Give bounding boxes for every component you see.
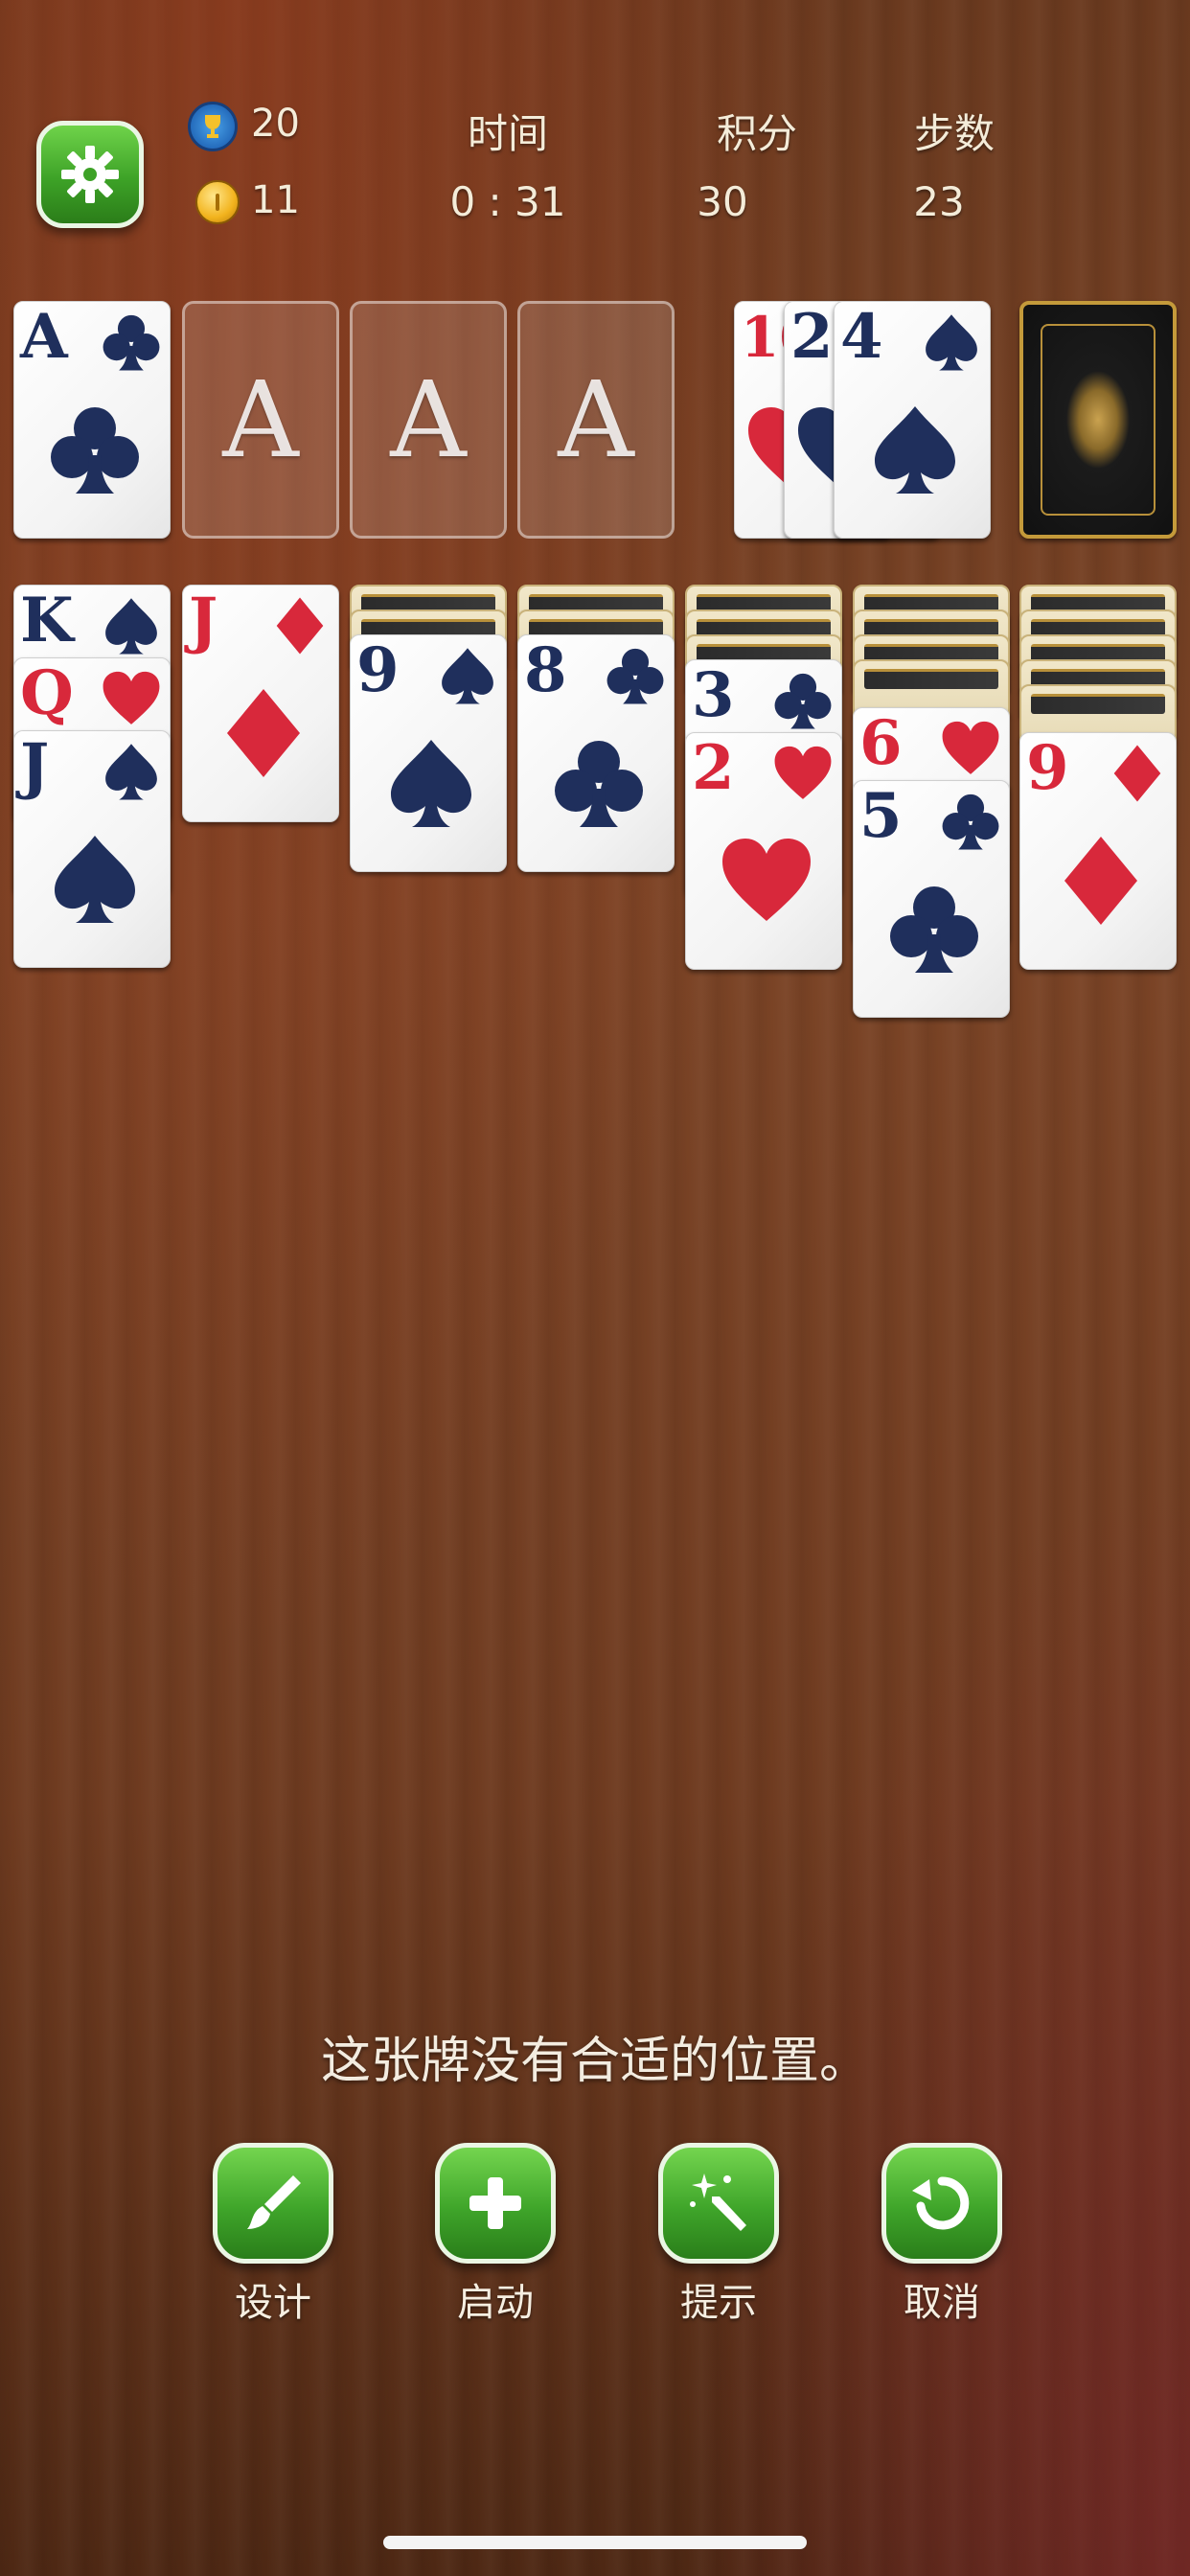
card-rank: Q (20, 657, 74, 729)
card-rank: 3 (692, 659, 735, 731)
clubs-icon (551, 735, 647, 831)
gear-icon (61, 146, 119, 203)
score-value: 30 (697, 178, 748, 225)
spades-icon (921, 311, 982, 373)
card-rank: A (20, 301, 68, 373)
tableau-card[interactable]: J (182, 585, 339, 822)
trophy-count: 20 (251, 102, 300, 146)
hearts-icon (772, 743, 834, 804)
card-rank: 8 (524, 634, 567, 706)
card-rank: 6 (859, 707, 903, 779)
card-rank: 4 (840, 301, 883, 373)
score-label: 积分 (716, 110, 797, 157)
spades-icon (867, 402, 963, 497)
hearts-icon (940, 718, 1001, 779)
settings-button[interactable] (36, 121, 144, 228)
card-rank: 2 (790, 301, 834, 373)
design-button[interactable] (213, 2143, 333, 2264)
card-rank: K (20, 585, 74, 656)
clubs-icon (47, 402, 143, 497)
paintbrush-icon (247, 2175, 301, 2229)
moves-label: 步数 (913, 110, 995, 157)
diamonds-icon (216, 685, 311, 781)
spades-icon (101, 595, 162, 656)
clubs-icon (605, 645, 666, 706)
tableau-card[interactable]: 9 (1019, 732, 1177, 970)
home-indicator[interactable] (383, 2536, 807, 2549)
start-label: 启动 (457, 2281, 534, 2325)
undo-button[interactable] (881, 2143, 1002, 2264)
moves-value: 23 (913, 178, 965, 225)
clubs-icon (772, 670, 834, 731)
clubs-icon (940, 791, 1001, 852)
tableau-card[interactable]: 2 (685, 732, 842, 970)
trophy-icon (188, 102, 238, 151)
slot-placeholder: A (390, 358, 467, 481)
clubs-icon (886, 881, 982, 977)
foundation-slot[interactable]: A (182, 301, 339, 539)
card-rank: 9 (1026, 732, 1069, 804)
hearts-icon (719, 833, 814, 929)
foundation-slot[interactable]: A (517, 301, 675, 539)
tableau-card[interactable]: 8 (517, 634, 675, 872)
design-label: 设计 (235, 2281, 311, 2325)
diamonds-icon (1053, 833, 1149, 929)
undo-icon (912, 2176, 970, 2230)
spades-icon (101, 741, 162, 802)
tableau-card[interactable]: 5 (853, 780, 1010, 1018)
tableau-card[interactable]: 9 (350, 634, 507, 872)
slot-placeholder: A (222, 358, 299, 481)
card-rank: 9 (356, 634, 400, 706)
time-label: 时间 (467, 110, 548, 157)
time-value: 0 : 31 (449, 178, 566, 225)
tableau-card[interactable]: J (13, 730, 171, 968)
spades-icon (47, 831, 143, 927)
slot-placeholder: A (558, 358, 634, 481)
undo-label: 取消 (904, 2281, 980, 2325)
hint-label: 提示 (680, 2281, 757, 2325)
card-rank: J (189, 585, 218, 656)
start-button[interactable] (435, 2143, 556, 2264)
card-rank: 5 (859, 780, 903, 852)
foundation-card-ace-clubs[interactable]: A (13, 301, 171, 539)
card-back-ornament (1041, 324, 1156, 516)
card-rank: 2 (692, 732, 735, 804)
spades-icon (383, 735, 479, 831)
diamonds-icon (1107, 743, 1168, 804)
clubs-icon (101, 311, 162, 373)
stock-pile[interactable] (1019, 301, 1177, 539)
hearts-icon (101, 668, 162, 729)
coin-icon (195, 180, 240, 224)
card-rank: J (20, 730, 50, 802)
hint-button[interactable] (658, 2143, 779, 2264)
diamonds-icon (269, 595, 331, 656)
status-message: 这张牌没有合适的位置。 (320, 2033, 869, 2090)
plus-icon (469, 2177, 521, 2229)
foundation-slot[interactable]: A (350, 301, 507, 539)
magic-wand-icon (690, 2174, 746, 2231)
coin-count: 11 (251, 178, 300, 222)
spades-icon (437, 645, 498, 706)
waste-top-card[interactable]: 4 (834, 301, 991, 539)
